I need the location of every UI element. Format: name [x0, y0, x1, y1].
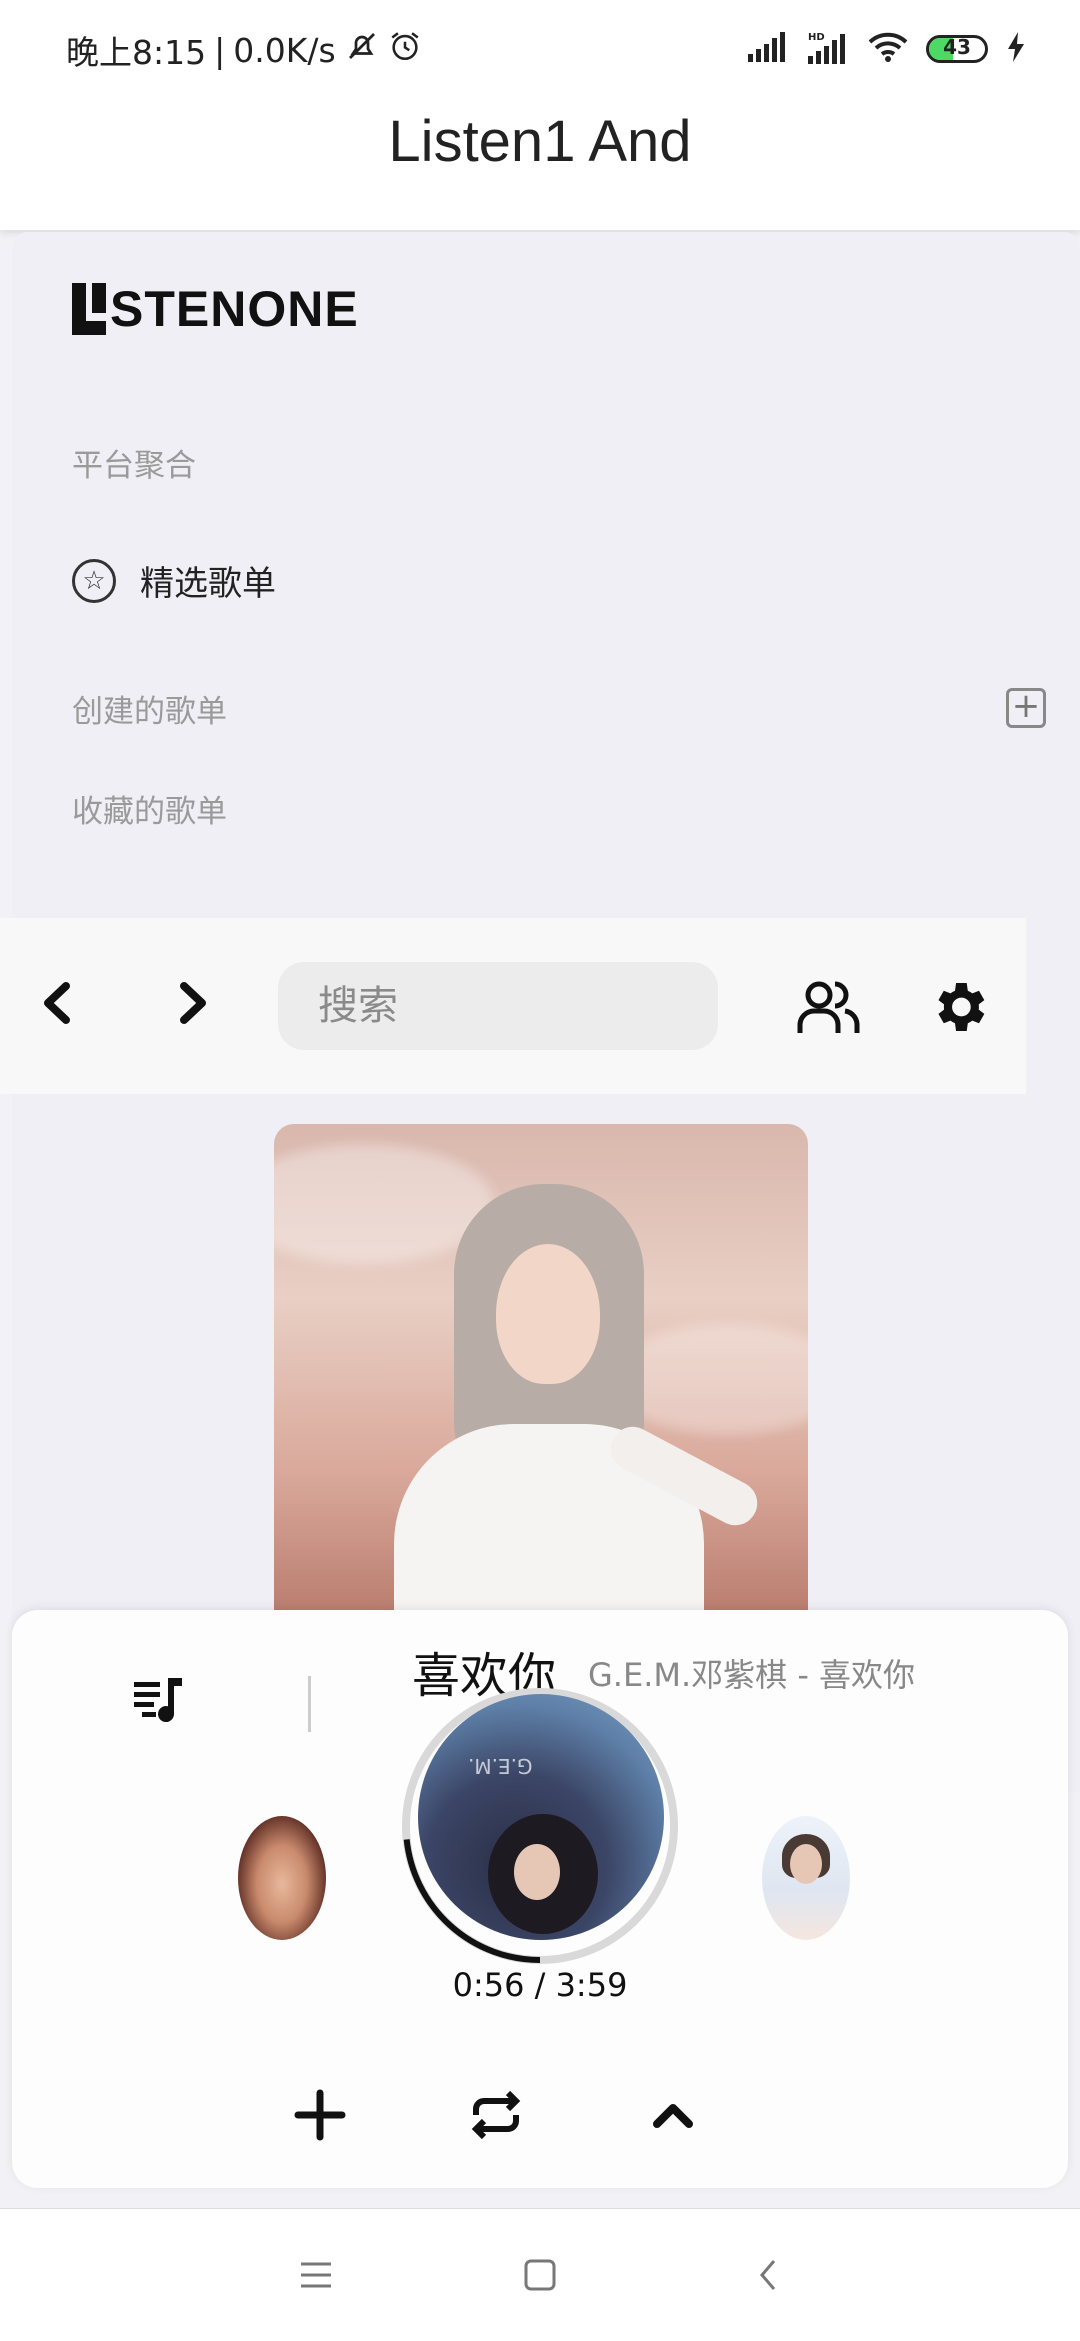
status-bar: 晚上8:15 | 0.0K/s HD 43: [0, 0, 1080, 96]
add-icon: [294, 2089, 346, 2141]
sidebar-item-featured-playlists[interactable]: ☆ 精选歌单: [72, 556, 276, 605]
alarm-icon: [388, 29, 422, 71]
playlist-cover-image[interactable]: [274, 1124, 808, 1624]
star-icon: ☆: [72, 558, 116, 603]
app-title: Listen1 And: [388, 109, 692, 174]
battery-percent: 43: [943, 35, 971, 59]
sidebar-item-label: 精选歌单: [140, 564, 276, 604]
signal-icon: [748, 32, 790, 66]
gear-icon: [938, 983, 985, 1031]
back-icon: [760, 2260, 776, 2290]
status-right: HD 43: [748, 30, 1026, 68]
section-created-playlists: 创建的歌单: [72, 694, 227, 730]
mute-icon: [344, 28, 380, 72]
repeat-icon: [471, 2090, 521, 2140]
home-icon: [524, 2259, 556, 2291]
playback-time: 0:56 / 3:59: [452, 1966, 628, 2004]
home-button[interactable]: [510, 2249, 570, 2301]
back-nav-button[interactable]: [738, 2249, 798, 2301]
album-art-disc[interactable]: G.E.M.: [418, 1694, 664, 1940]
battery-icon: 43: [926, 35, 988, 63]
next-song-thumbnail[interactable]: [762, 1816, 850, 1940]
back-button[interactable]: [26, 972, 86, 1042]
playlist-button[interactable]: [132, 1672, 188, 1728]
search-input[interactable]: [278, 962, 718, 1050]
chevron-right-icon: [180, 982, 206, 1024]
section-platform: 平台聚合: [72, 448, 196, 484]
menu-button[interactable]: [286, 2249, 346, 2301]
status-separator: |: [214, 30, 226, 70]
wifi-icon: [868, 32, 908, 66]
section-favorite-playlists: 收藏的歌单: [72, 794, 227, 830]
menu-icon: [301, 2262, 331, 2288]
system-navigation-bar: [0, 2208, 1080, 2341]
settings-button[interactable]: [924, 972, 994, 1042]
repeat-button[interactable]: [461, 2080, 531, 2150]
app-header: Listen1 And: [0, 96, 1080, 230]
signal-hd-icon: HD: [808, 30, 850, 68]
users-icon: [797, 981, 860, 1033]
forward-button[interactable]: [164, 972, 224, 1042]
chevron-up-icon: [653, 2104, 693, 2128]
logo-text: STENONE: [110, 281, 359, 337]
svg-text:HD: HD: [808, 32, 825, 43]
status-left: 晚上8:15 | 0.0K/s: [66, 26, 422, 74]
logo-mark-icon: [72, 283, 106, 335]
expand-button[interactable]: [638, 2080, 708, 2150]
add-playlist-icon[interactable]: +: [1006, 688, 1046, 728]
add-button[interactable]: [285, 2080, 355, 2150]
users-button[interactable]: [794, 972, 864, 1042]
playlist-icon: [134, 1678, 182, 1723]
charging-icon: [1006, 32, 1026, 66]
previous-song-thumbnail[interactable]: [238, 1816, 326, 1940]
chevron-left-icon: [44, 982, 70, 1024]
divider: [308, 1676, 311, 1732]
network-speed: 0.0K/s: [233, 30, 336, 70]
app-logo: STENONE: [72, 281, 359, 337]
status-time: 晚上8:15: [66, 33, 207, 72]
